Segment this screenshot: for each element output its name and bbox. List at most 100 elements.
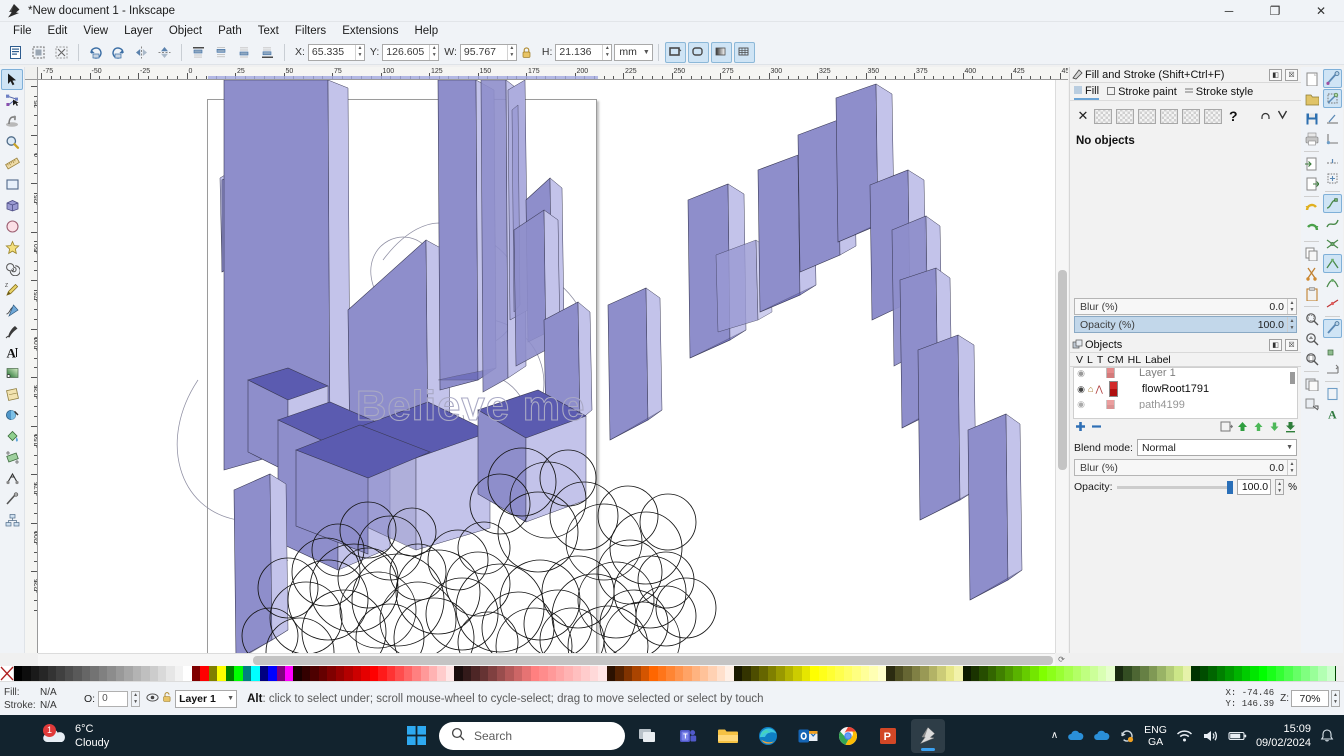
volume-icon[interactable] xyxy=(1202,729,1219,743)
lower-icon[interactable] xyxy=(1268,420,1281,436)
palette-swatch[interactable] xyxy=(784,666,794,681)
objects-opacity-value[interactable]: 100.0 xyxy=(1237,479,1272,495)
palette-swatch[interactable] xyxy=(954,666,963,681)
palette-swatch[interactable] xyxy=(39,666,48,681)
notification-icon[interactable] xyxy=(1320,728,1334,743)
connector-tool[interactable] xyxy=(1,468,23,489)
rectangle-tool[interactable] xyxy=(1,174,23,195)
snap-grid-icon[interactable]: A xyxy=(1323,404,1342,423)
gradient-tool[interactable] xyxy=(1,363,23,384)
palette-swatch[interactable] xyxy=(750,666,760,681)
zoom-control[interactable]: Z: 70% ▲ ▼ xyxy=(1280,690,1340,707)
palette-swatch[interactable] xyxy=(513,666,523,681)
unlock-icon[interactable]: ⌂ xyxy=(1088,384,1093,394)
palette-swatch[interactable] xyxy=(200,666,209,681)
3dbox-tool[interactable] xyxy=(1,195,23,216)
palette-swatch[interactable] xyxy=(996,666,1005,681)
status-opacity-input[interactable]: 0 xyxy=(98,690,129,707)
palette-swatch[interactable] xyxy=(793,666,802,681)
palette-swatch[interactable] xyxy=(615,666,624,681)
deselect-icon[interactable] xyxy=(51,42,72,63)
y-stepper[interactable]: ▲ ▼ xyxy=(429,44,438,60)
w-stepper[interactable]: ▲ ▼ xyxy=(506,44,516,60)
objects-opacity-slider[interactable] xyxy=(1116,480,1234,494)
palette-swatch[interactable] xyxy=(454,666,463,681)
palette-swatch[interactable] xyxy=(1318,666,1327,681)
lock-icon[interactable] xyxy=(520,46,534,59)
vertical-scroll-thumb[interactable] xyxy=(1058,270,1067,470)
text-tool[interactable]: A xyxy=(1,342,23,363)
eye-icon[interactable]: ◉ xyxy=(1074,400,1088,409)
palette-swatch[interactable] xyxy=(530,666,540,681)
snap-object-center-icon[interactable] xyxy=(1323,339,1342,358)
palette-swatch[interactable] xyxy=(666,666,675,681)
palette-swatch[interactable] xyxy=(107,666,116,681)
menu-help[interactable]: Help xyxy=(406,24,446,38)
palette-swatch[interactable] xyxy=(674,666,684,681)
palette-swatch[interactable] xyxy=(1225,666,1234,681)
minimize-button[interactable]: ─ xyxy=(1206,0,1252,22)
duplicate-icon[interactable] xyxy=(1302,374,1321,393)
status-opacity-control[interactable]: O: 0 ▲ ▼ xyxy=(84,690,141,707)
palette-swatch[interactable] xyxy=(47,666,57,681)
new-group-icon[interactable] xyxy=(1220,420,1234,436)
paintbucket-tool[interactable] xyxy=(1,426,23,447)
fill-stroke-indicator[interactable]: Fill: N/A Stroke: N/A xyxy=(0,686,78,712)
palette-swatch[interactable] xyxy=(920,666,929,681)
palette-swatch[interactable] xyxy=(412,666,421,681)
palette-swatch[interactable] xyxy=(242,666,252,681)
object-color-swatch[interactable] xyxy=(1108,381,1118,397)
palette-swatch[interactable] xyxy=(742,666,751,681)
palette-swatch[interactable] xyxy=(547,666,556,681)
canvas-horizontal-scrollbar[interactable] xyxy=(38,653,1055,666)
snap-enable-icon[interactable] xyxy=(1323,69,1342,88)
palette-swatch[interactable] xyxy=(174,666,184,681)
save-document-icon[interactable] xyxy=(1302,109,1321,128)
ellipse-tool[interactable] xyxy=(1,216,23,237)
palette-swatch[interactable] xyxy=(1064,666,1073,681)
node-tool[interactable] xyxy=(1,90,23,111)
objects-row-partial-top[interactable]: ◉ Layer 1 xyxy=(1074,368,1297,378)
menu-layer[interactable]: Layer xyxy=(116,24,161,38)
palette-swatch[interactable] xyxy=(225,666,235,681)
objects-blur-stepper[interactable]: ▲ ▼ xyxy=(1287,460,1296,475)
w-spinbox[interactable]: ▲▼ xyxy=(459,43,517,61)
new-document-icon[interactable] xyxy=(1302,69,1321,88)
palette-swatch[interactable] xyxy=(64,666,74,681)
palette-swatch[interactable] xyxy=(1233,666,1242,681)
palette-swatch[interactable] xyxy=(293,666,302,681)
chrome-app[interactable] xyxy=(831,719,865,753)
palette-swatch[interactable] xyxy=(141,666,150,681)
no-paint-icon[interactable]: ✕ xyxy=(1076,108,1090,124)
palette-swatch[interactable] xyxy=(1216,666,1226,681)
palette-swatch[interactable] xyxy=(327,666,336,681)
palette-swatch[interactable] xyxy=(877,666,887,681)
palette-swatch[interactable] xyxy=(632,666,641,681)
palette-swatch[interactable] xyxy=(937,666,946,681)
palette-swatch[interactable] xyxy=(1072,666,1082,681)
w-input[interactable] xyxy=(460,44,507,60)
palette-swatch[interactable] xyxy=(1199,666,1209,681)
snap-others-icon[interactable] xyxy=(1323,319,1342,338)
palette-swatch[interactable] xyxy=(22,666,31,681)
palette-swatch[interactable] xyxy=(1055,666,1065,681)
palette-swatch[interactable] xyxy=(318,666,328,681)
palette-swatch[interactable] xyxy=(649,666,658,681)
vertical-ruler[interactable]: 250-25-50-75-100-125-150-175-200-225 xyxy=(25,80,38,653)
color-palette[interactable] xyxy=(0,666,1344,681)
h-input[interactable] xyxy=(556,44,603,60)
palette-swatch[interactable] xyxy=(1191,666,1200,681)
palette-swatch[interactable] xyxy=(335,666,345,681)
fill-stroke-blur-row[interactable]: Blur (%) 0.0 ▲ ▼ xyxy=(1074,298,1297,315)
palette-swatch[interactable] xyxy=(640,666,650,681)
palette-swatch[interactable] xyxy=(1098,666,1107,681)
palette-swatch[interactable] xyxy=(835,666,844,681)
diagram-tool[interactable] xyxy=(1,510,23,531)
snap-path-icon[interactable] xyxy=(1323,214,1342,233)
unlock-icon[interactable] xyxy=(162,691,172,706)
start-button[interactable] xyxy=(399,719,433,753)
fill-stroke-minimize-button[interactable]: ◧ xyxy=(1269,68,1282,81)
affect-gradients-icon[interactable] xyxy=(710,41,732,63)
palette-swatch[interactable] xyxy=(1301,666,1310,681)
eye-icon[interactable]: ◉ xyxy=(1074,368,1088,378)
